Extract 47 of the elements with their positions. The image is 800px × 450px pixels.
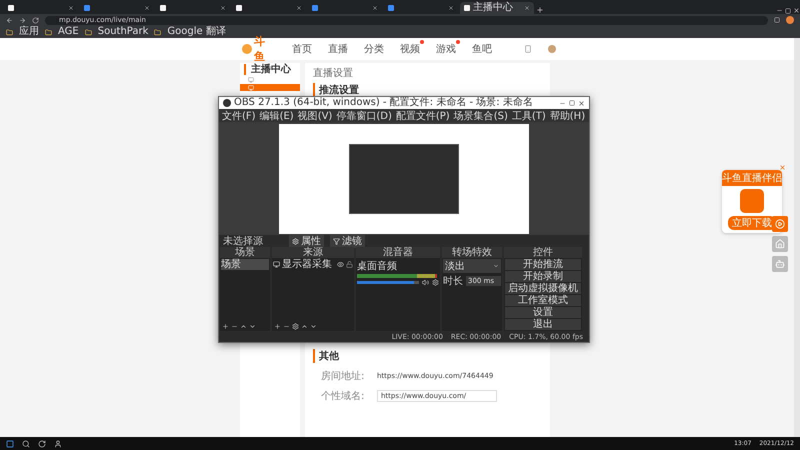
nav-link[interactable]: 视频	[400, 42, 420, 56]
section-heading: 其他	[313, 349, 542, 363]
dock-title: 转场特效	[442, 247, 502, 258]
channel-name: 桌面音频	[357, 260, 398, 274]
dock-title: 混音器	[356, 247, 440, 258]
control-button[interactable]: 退出	[505, 319, 581, 330]
browser-tab[interactable]: 主播中心	[460, 2, 534, 14]
sidebar-title: 主播中心	[244, 64, 300, 75]
toolbar-button[interactable]: 属性	[289, 234, 324, 248]
field-label: 个性域名:	[321, 390, 366, 403]
control-button[interactable]: 设置	[505, 307, 581, 318]
field-label: 时长	[443, 274, 463, 288]
nav-link[interactable]: 分类	[364, 42, 384, 56]
bookmark-link[interactable]: AGE	[58, 26, 79, 38]
dock-title: 来源	[272, 247, 354, 258]
menu-item[interactable]: 视图(V)	[298, 108, 332, 122]
scene-item[interactable]: 场景	[221, 259, 269, 270]
menu-item[interactable]: 停靠窗口(D)	[336, 108, 392, 122]
source-item[interactable]: 显示器采集	[282, 259, 335, 270]
control-button[interactable]: 工作室模式	[505, 295, 581, 306]
menu-item[interactable]: 编辑(E)	[260, 108, 294, 122]
bookmark-link[interactable]: 应用	[19, 26, 39, 38]
menu-item[interactable]: 配置文件(P)	[396, 108, 450, 122]
page-title: 直播设置	[313, 66, 354, 80]
control-button[interactable]: 开始录制	[505, 271, 581, 282]
menu-item[interactable]: 帮助(H)	[550, 108, 586, 122]
nav-link[interactable]: 直播	[328, 42, 348, 56]
control-button[interactable]: 启动虚拟摄像机	[505, 283, 581, 294]
promo-title: 斗鱼直播伴侣	[722, 170, 782, 186]
dock-title: 控件	[504, 247, 582, 258]
window-title: OBS 27.1.3 (64-bit, windows) - 配置文件: 未命名 - 场景: 未命名	[234, 97, 534, 109]
nav-link[interactable]: 首页	[292, 42, 312, 56]
bookmark-link[interactable]: Google 翻译	[167, 26, 226, 38]
menu-item[interactable]: 工具(T)	[512, 108, 546, 122]
menu-item[interactable]: 文件(F)	[222, 108, 256, 122]
menu-item[interactable]: 场景集合(S)	[454, 108, 508, 122]
source-status: 未选择源	[223, 234, 264, 248]
transition-select[interactable]: 淡出	[443, 259, 501, 274]
field-label: 房间地址:	[321, 370, 366, 383]
control-button[interactable]: 开始推流	[505, 259, 581, 270]
dock-title: 场景	[220, 247, 270, 258]
nav-link[interactable]: 鱼吧	[472, 42, 492, 56]
bookmark-link[interactable]: SouthPark	[98, 26, 148, 38]
toolbar-button[interactable]: 滤镜	[330, 234, 365, 248]
button-label: 滤镜	[342, 234, 362, 248]
button-label: 属性	[301, 234, 321, 248]
nav-link[interactable]: 游戏	[436, 42, 456, 56]
